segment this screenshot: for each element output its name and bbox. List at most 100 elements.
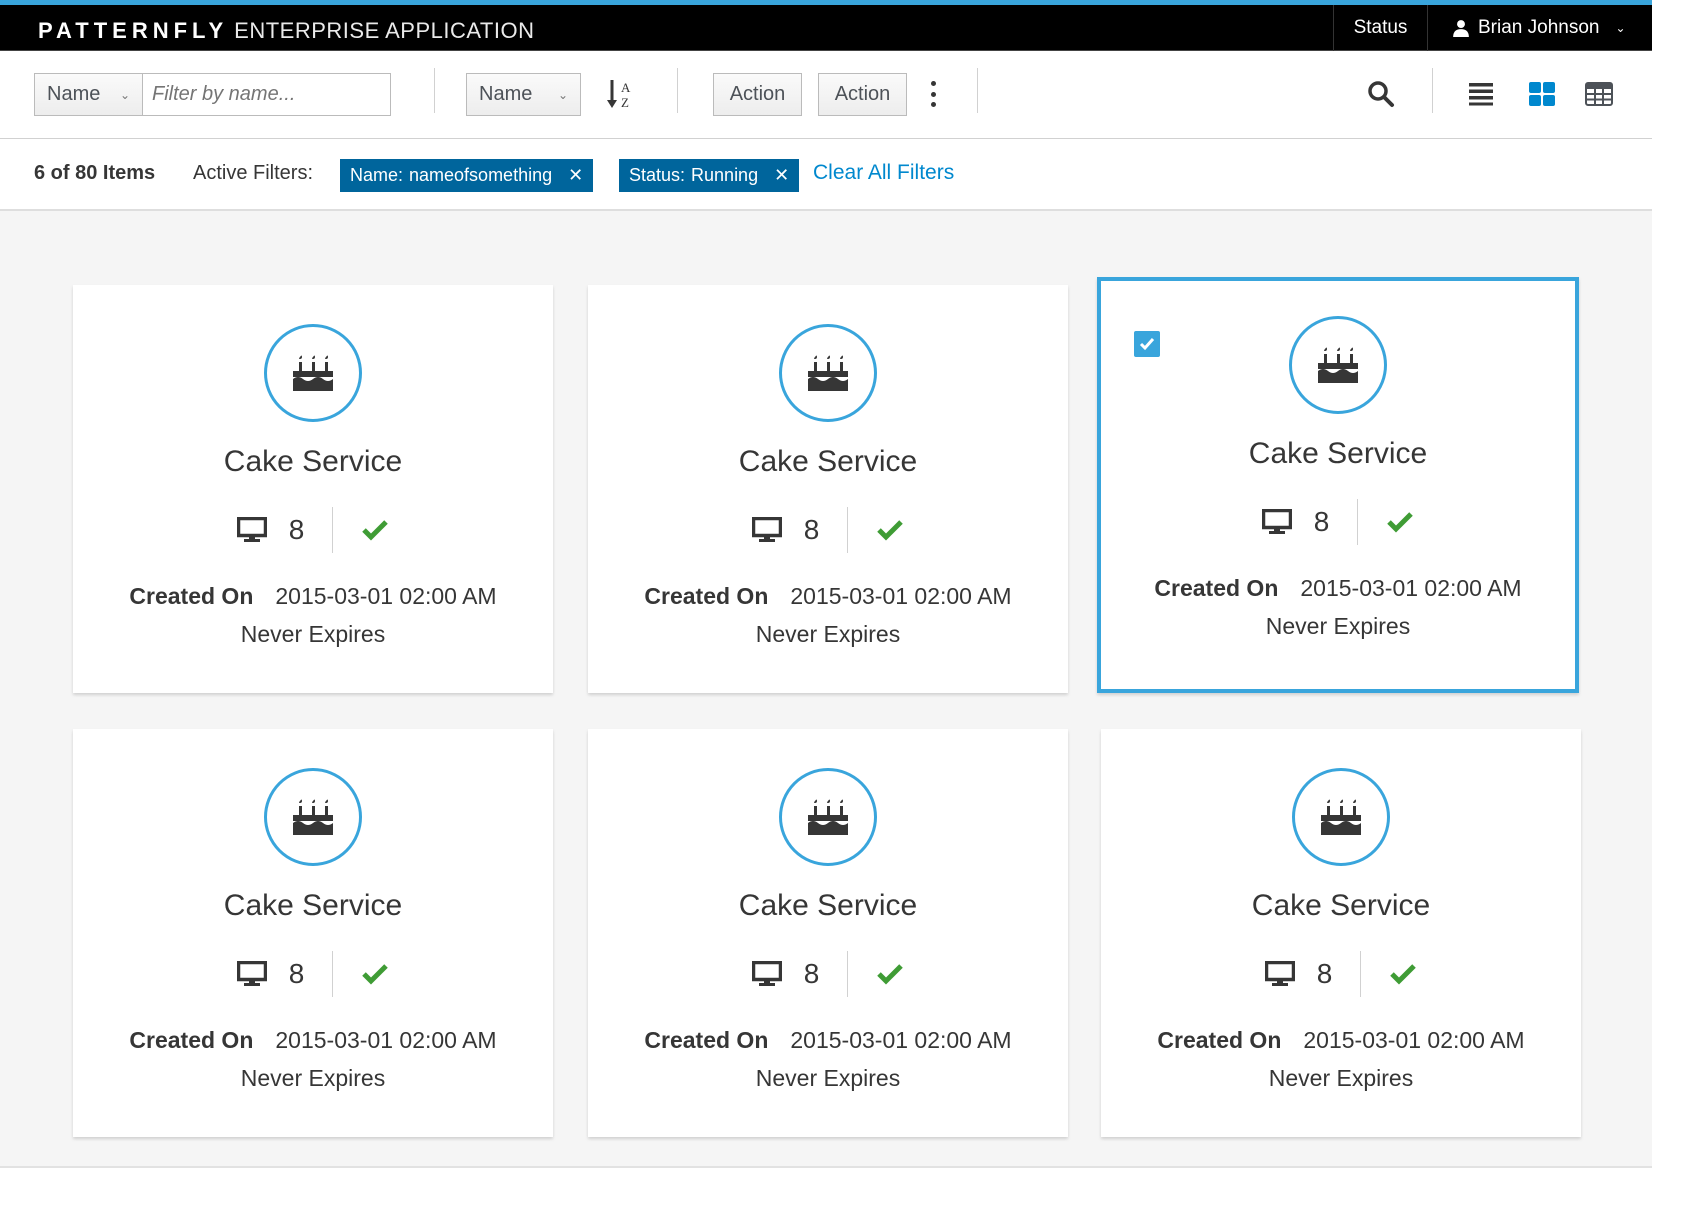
host-count-value: 8 [1316, 958, 1333, 989]
created-on-label: Created On [1154, 575, 1279, 601]
service-card[interactable]: Cake Service 8 Created On 2015-03-01 02:0… [1097, 277, 1579, 693]
chip-value: nameofsomething [409, 165, 553, 185]
action-button[interactable]: Action [818, 73, 907, 116]
expiry-text: Never Expires [1268, 1065, 1414, 1091]
navbar: PATTERNFLY ENTERPRISE APPLICATION Status … [0, 5, 1652, 51]
check-icon [1387, 512, 1414, 533]
card-metadata: Created On 2015-03-01 02:00 AM Never Expi… [73, 1021, 553, 1097]
chevron-down-icon: ⌄ [557, 87, 568, 102]
host-count: 8 [209, 958, 333, 990]
expiry-text: Never Expires [755, 621, 901, 647]
card-stats: 8 [588, 951, 1068, 997]
check-icon [362, 520, 389, 541]
chevron-down-icon: ⌄ [1615, 21, 1626, 35]
brand-name: PATTERNFLY [38, 18, 229, 43]
filter-chip-status: Status: Running ✕ [619, 159, 800, 192]
list-view-icon[interactable] [1464, 77, 1498, 111]
nav-status-link[interactable]: Status [1333, 5, 1427, 51]
check-icon [362, 964, 389, 985]
host-count-value: 8 [803, 514, 820, 545]
created-on-value: 2015-03-01 02:00 AM [790, 1027, 1012, 1053]
host-count: 8 [724, 958, 848, 990]
user-menu-dropdown[interactable]: Brian Johnson ⌄ [1427, 5, 1652, 51]
table-view-icon[interactable] [1582, 77, 1616, 111]
filter-field-dropdown[interactable]: Name ⌄ [34, 73, 143, 116]
desktop-icon [1261, 509, 1292, 534]
check-icon [1139, 338, 1155, 351]
card-title[interactable]: Cake Service [588, 445, 1068, 479]
service-card[interactable]: Cake Service 8 Created On 2015-03-01 02:0… [588, 729, 1068, 1137]
card-stats: 8 [73, 951, 553, 997]
search-icon[interactable] [1364, 77, 1398, 111]
host-count: 8 [724, 514, 848, 546]
service-card[interactable]: Cake Service 8 Created On 2015-03-01 02:0… [73, 285, 553, 693]
card-metadata: Created On 2015-03-01 02:00 AM Never Expi… [588, 1021, 1068, 1097]
user-name: Brian Johnson [1478, 17, 1600, 38]
card-title[interactable]: Cake Service [1101, 437, 1575, 471]
sort-alpha-asc-icon[interactable]: A Z [606, 77, 638, 111]
kebab-icon[interactable] [925, 79, 941, 109]
card-metadata: Created On 2015-03-01 02:00 AM Never Expi… [73, 577, 553, 653]
birthday-cake-icon [1292, 768, 1390, 866]
host-count-value: 8 [288, 514, 305, 545]
desktop-icon [236, 517, 267, 542]
card-stats: 8 [1101, 951, 1581, 997]
expiry-text: Never Expires [1265, 613, 1411, 639]
close-icon[interactable]: ✕ [568, 165, 583, 186]
svg-text:Z: Z [621, 95, 629, 110]
active-filters-label: Active Filters: [193, 162, 314, 184]
expiry-text: Never Expires [755, 1065, 901, 1091]
created-on-label: Created On [644, 583, 769, 609]
check-icon [877, 520, 904, 541]
created-on-label: Created On [129, 583, 254, 609]
desktop-icon [751, 961, 782, 986]
service-card[interactable]: Cake Service 8 Created On 2015-03-01 02:0… [588, 285, 1068, 693]
card-title[interactable]: Cake Service [588, 889, 1068, 923]
card-title[interactable]: Cake Service [1101, 889, 1581, 923]
chip-value: Running [691, 165, 759, 185]
card-title[interactable]: Cake Service [73, 445, 553, 479]
user-icon [1453, 20, 1469, 37]
filter-input[interactable] [142, 73, 391, 116]
card-metadata: Created On 2015-03-01 02:00 AM Never Expi… [1101, 1021, 1581, 1097]
created-on-value: 2015-03-01 02:00 AM [1300, 575, 1522, 601]
sort-field-dropdown[interactable]: Name ⌄ [466, 73, 581, 116]
clear-all-filters-link[interactable]: Clear All Filters [813, 161, 954, 185]
birthday-cake-icon [779, 324, 877, 422]
status-indicator [1358, 511, 1442, 533]
host-count: 8 [209, 514, 333, 546]
card-stats: 8 [1101, 499, 1575, 545]
card-title[interactable]: Cake Service [73, 889, 553, 923]
created-on-label: Created On [1157, 1027, 1282, 1053]
desktop-icon [236, 961, 267, 986]
status-indicator [1361, 963, 1445, 985]
service-card[interactable]: Cake Service 8 Created On 2015-03-01 02:0… [73, 729, 553, 1137]
expiry-text: Never Expires [240, 1065, 386, 1091]
check-icon [877, 964, 904, 985]
created-on-value: 2015-03-01 02:00 AM [1303, 1027, 1525, 1053]
filter-chip-name: Name: nameofsomething ✕ [340, 159, 594, 192]
host-count-value: 8 [288, 958, 305, 989]
brand-subtitle: ENTERPRISE APPLICATION [234, 18, 535, 43]
close-icon[interactable]: ✕ [774, 165, 789, 186]
toolbar-divider [1432, 68, 1433, 113]
birthday-cake-icon [264, 324, 362, 422]
card-view-icon[interactable] [1525, 77, 1559, 111]
sort-field-label: Name [479, 83, 533, 105]
chip-field: Name: [350, 165, 404, 185]
svg-text:A: A [621, 80, 631, 95]
results-count: 6 of 80 Items [34, 162, 156, 184]
birthday-cake-icon [1289, 316, 1387, 414]
action-button[interactable]: Action [713, 73, 802, 116]
chevron-down-icon: ⌄ [119, 87, 130, 102]
filter-results-bar: 6 of 80 Items Active Filters: Name: name… [0, 139, 1652, 211]
status-indicator [333, 519, 417, 541]
check-icon [1390, 964, 1417, 985]
created-on-value: 2015-03-01 02:00 AM [275, 1027, 497, 1053]
service-card[interactable]: Cake Service 8 Created On 2015-03-01 02:0… [1101, 729, 1581, 1137]
toolbar-divider [977, 68, 978, 113]
desktop-icon [1264, 961, 1295, 986]
status-indicator [848, 519, 932, 541]
brand-logo[interactable]: PATTERNFLY ENTERPRISE APPLICATION [38, 18, 535, 44]
card-checkbox[interactable] [1134, 331, 1160, 357]
